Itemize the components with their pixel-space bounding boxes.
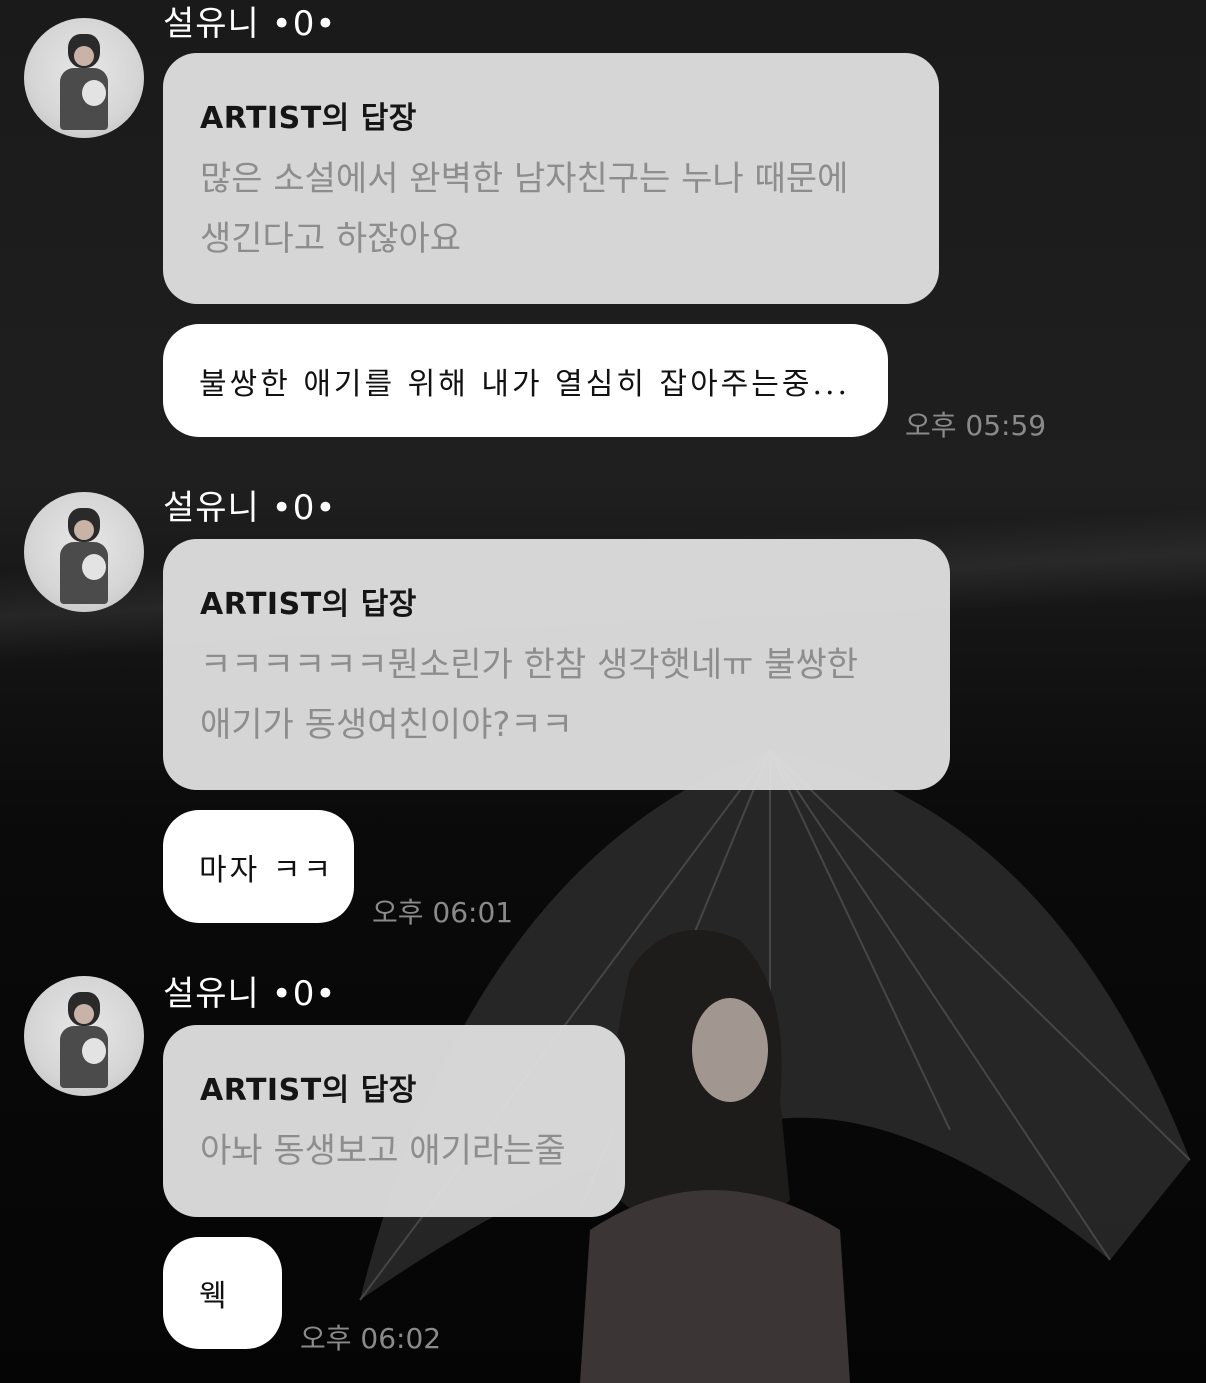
artist-reply-card[interactable]: ARTIST의 답장 아놔 동생보고 애기라는줄: [163, 1025, 625, 1217]
sender-name: 설유니 •0•: [163, 4, 337, 44]
reply-text: ㅋㅋㅋㅋㅋㅋ뭔소린가 한참 생각햇네ㅠ 불쌍한 애기가 동생여친이야?ㅋㅋ: [200, 645, 859, 745]
message-bubble[interactable]: 웩: [163, 1237, 282, 1349]
sender-avatar[interactable]: [24, 976, 144, 1096]
reply-title: ARTIST의 답장: [200, 587, 417, 622]
message-time: 오후 06:01: [372, 896, 514, 929]
reply-text: 많은 소설에서 완벽한 남자친구는 누나 때문에 생긴다고 하잖아요: [200, 159, 849, 259]
sender-avatar[interactable]: [24, 18, 144, 138]
sender-name: 설유니 •0•: [163, 974, 337, 1014]
artist-reply-card[interactable]: ARTIST의 답장 많은 소설에서 완벽한 남자친구는 누나 때문에 생긴다고…: [163, 53, 939, 304]
sender-name: 설유니 •0•: [163, 488, 337, 528]
reply-title: ARTIST의 답장: [200, 101, 417, 136]
artist-reply-card[interactable]: ARTIST의 답장 ㅋㅋㅋㅋㅋㅋ뭔소린가 한참 생각햇네ㅠ 불쌍한 애기가 동…: [163, 539, 950, 790]
reply-text: 아놔 동생보고 애기라는줄: [200, 1131, 566, 1171]
message-time: 오후 06:02: [300, 1322, 442, 1355]
message-time: 오후 05:59: [905, 409, 1047, 442]
sender-avatar[interactable]: [24, 492, 144, 612]
message-bubble[interactable]: 마자 ㅋㅋ: [163, 810, 354, 923]
reply-title: ARTIST의 답장: [200, 1073, 417, 1108]
message-bubble[interactable]: 불쌍한 애기를 위해 내가 열심히 잡아주는중...: [163, 324, 888, 437]
